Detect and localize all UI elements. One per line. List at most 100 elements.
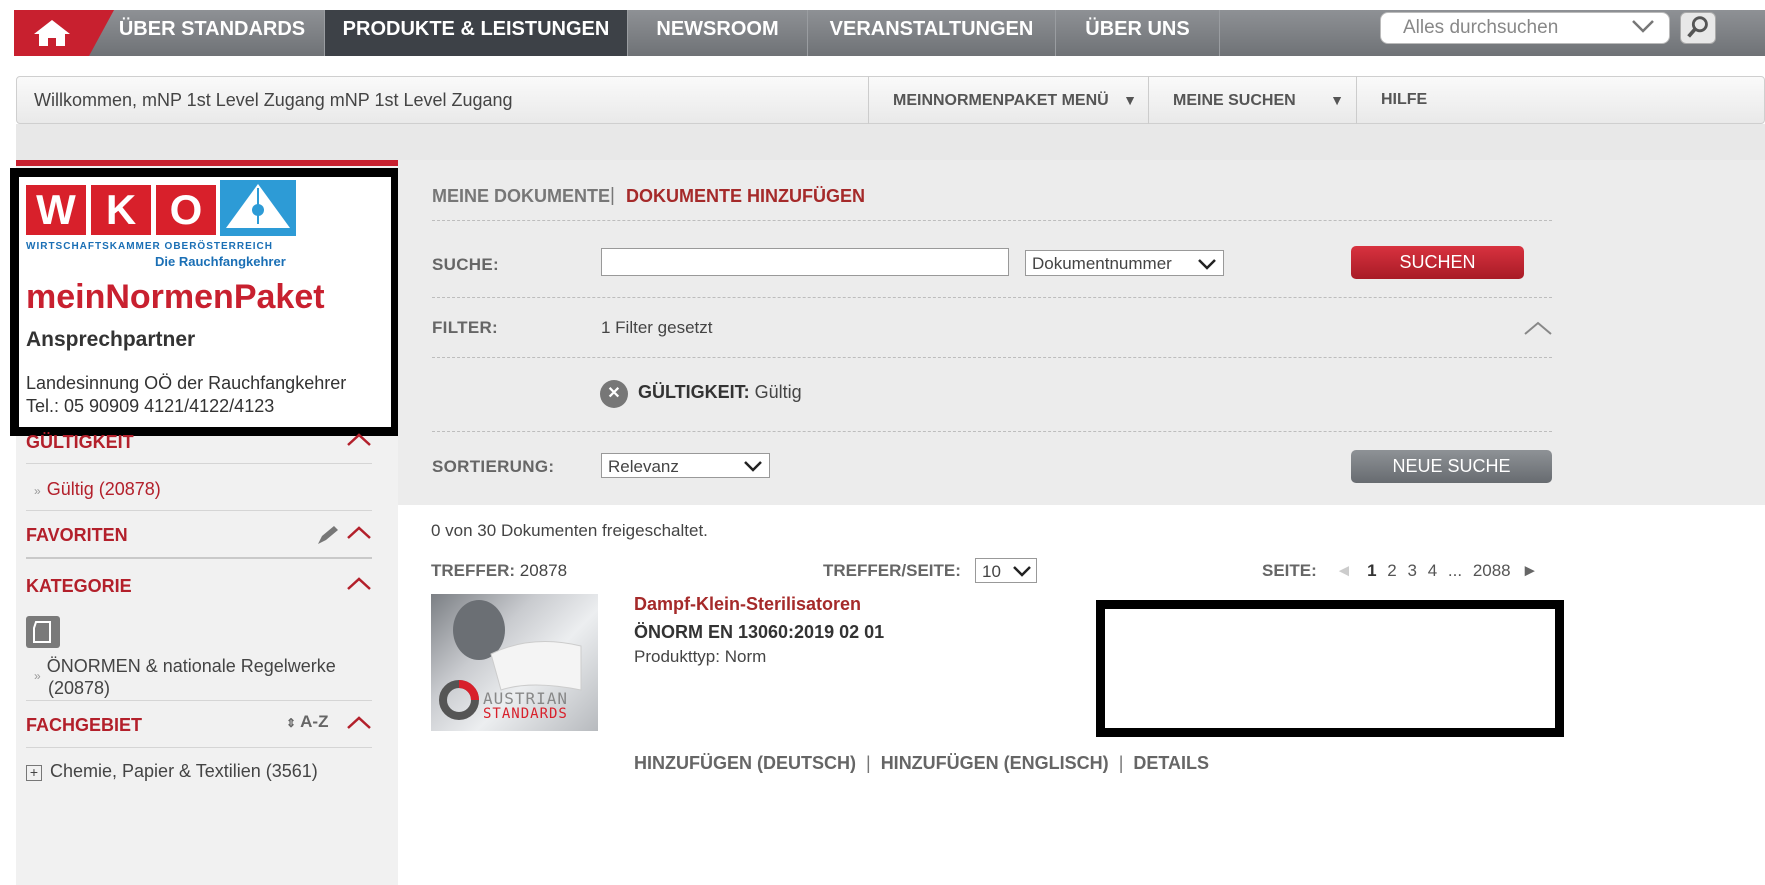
filter-label: FILTER: (432, 318, 498, 337)
add-english-link[interactable]: HINZUFÜGEN (ENGLISCH) (881, 753, 1109, 773)
filter-gueltig-link[interactable]: » Gültig (20878) (34, 479, 161, 500)
sort-icon: ⇕ (286, 716, 297, 730)
contact-phone: Tel.: 05 90909 4121/4122/4123 (26, 396, 275, 416)
divider (26, 747, 372, 748)
wko-logo-letter: O (156, 185, 216, 235)
close-circle-icon[interactable]: ✕ (600, 380, 628, 408)
per-page-select[interactable]: 10 (975, 558, 1037, 583)
page-ellipsis: ... (1447, 561, 1463, 580)
kategorie-item-label: ÖNORMEN & nationale Regelwerke (46, 656, 336, 676)
kategorie-item[interactable]: » ÖNORMEN & nationale Regelwerke (34, 656, 336, 683)
arrow-left-icon[interactable]: ◄ (1336, 561, 1353, 580)
caret-up-icon[interactable] (1523, 320, 1553, 336)
wko-logo-letter: W (26, 185, 86, 235)
search-placeholder: Alles durchsuchen (1403, 17, 1559, 38)
nav-ueber-uns[interactable]: ÜBER UNS (1056, 10, 1220, 56)
sort-label: A-Z (300, 712, 329, 731)
per-page-label: TREFFER/SEITE: (823, 561, 961, 580)
divider (26, 557, 372, 559)
tab-dokumente-hinzufuegen[interactable]: DOKUMENTE HINZUFÜGEN (626, 186, 865, 207)
document-actions: HINZUFÜGEN (DEUTSCH) | HINZUFÜGEN (ENGLISC… (634, 753, 1209, 774)
sidebar-accent (16, 160, 398, 166)
tab-meine-dokumente[interactable]: MEINE DOKUMENTE (432, 186, 610, 207)
select-value: Relevanz (608, 457, 679, 476)
caret-up-icon[interactable] (346, 716, 372, 730)
document-thumbnail[interactable]: AUSTRIAN STANDARDS (431, 594, 598, 731)
search-type-select[interactable]: Dokumentnummer (1025, 250, 1224, 276)
freigeschaltet-text: 0 von 30 Dokumenten freigeschaltet. (431, 521, 708, 540)
pagination: SEITE: ◄ 1 2 3 4 ... 2088 ► (1262, 561, 1538, 581)
caret-up-icon[interactable] (346, 577, 372, 591)
search-icon (1687, 16, 1708, 38)
treffer-label: TREFFER: (431, 561, 516, 580)
fachgebiet-item[interactable]: + Chemie, Papier & Textilien (3561) (26, 761, 318, 782)
details-link[interactable]: DETAILS (1133, 753, 1209, 773)
search-input[interactable] (601, 248, 1009, 276)
suche-label: SUCHE: (432, 255, 499, 274)
chevron-down-icon (744, 461, 762, 472)
select-value: Dokumentnummer (1032, 254, 1172, 273)
document-icon[interactable] (26, 616, 60, 648)
caret-up-icon[interactable] (346, 526, 372, 540)
treffer-value: 20878 (519, 561, 568, 580)
caret-up-icon[interactable] (346, 433, 372, 447)
meine-suchen-menu[interactable]: MEINE SUCHEN ▼ (1148, 76, 1356, 124)
tab-separator: | (610, 185, 615, 206)
bullet-icon: » (34, 669, 41, 683)
filter-tag-value: Gültig (754, 382, 802, 402)
document-number: ÖNORM EN 13060:2019 02 01 (634, 622, 885, 642)
bullet-icon: » (34, 484, 41, 498)
spacer-bar (16, 124, 1765, 160)
plus-box-icon[interactable]: + (26, 765, 42, 781)
filter-tag-label: GÜLTIGKEIT: (638, 382, 750, 402)
divider (26, 510, 372, 511)
contact-title: Ansprechpartner (26, 328, 196, 351)
divider (432, 297, 1552, 298)
add-german-link[interactable]: HINZUFÜGEN (DEUTSCH) (634, 753, 856, 773)
welcome-text: Willkommen, mNP 1st Level Zugang mNP 1st… (34, 90, 513, 110)
site-search-button[interactable] (1680, 12, 1716, 44)
document-title-link[interactable]: Dampf-Klein-Sterilisatoren (634, 594, 861, 615)
nav-produkte-leistungen[interactable]: PRODUKTE & LEISTUNGEN (325, 10, 628, 56)
separator: | (1118, 753, 1124, 773)
sort-az-toggle[interactable]: ⇕ A-Z (286, 712, 328, 732)
divider (432, 357, 1552, 358)
brand-title: meinNormenPaket (26, 278, 325, 316)
page-link[interactable]: 2088 (1473, 561, 1511, 580)
menu-label: MEINE SUCHEN (1173, 92, 1296, 109)
site-search-input[interactable]: Alles durchsuchen (1380, 12, 1670, 44)
suchen-button[interactable]: SUCHEN (1351, 246, 1524, 279)
meinnormenpaket-menu[interactable]: MEINNORMENPAKET MENÜ ▼ (868, 76, 1148, 124)
kategorie-heading: KATEGORIE (26, 576, 132, 596)
document-type: Produkttyp: Norm (634, 647, 767, 666)
contact-line: Landesinnung OÖ der Rauchfangkehrer (26, 373, 347, 393)
caret-down-icon: ▼ (1123, 92, 1138, 108)
hilfe-menu[interactable]: HILFE (1356, 76, 1564, 124)
fachgebiet-item-label: Chemie, Papier & Textilien (3561) (50, 761, 318, 781)
chevron-down-icon[interactable] (1631, 19, 1655, 33)
arrow-right-icon[interactable]: ► (1521, 561, 1538, 580)
neue-suche-button[interactable]: NEUE SUCHE (1351, 450, 1552, 483)
page-link[interactable]: 4 (1428, 561, 1437, 580)
home-icon (34, 20, 70, 46)
wko-logo-letter: K (91, 185, 151, 235)
pencil-icon[interactable] (314, 526, 340, 546)
nav-ueber-standards[interactable]: ÜBER STANDARDS (100, 10, 325, 56)
fachgebiet-heading: FACHGEBIET (26, 715, 143, 735)
wko-subtitle-2: Die Rauchfangkehrer (155, 254, 286, 269)
filter-count: 1 Filter gesetzt (601, 318, 713, 337)
chimney-sweep-logo-icon (220, 180, 296, 236)
page-link-current[interactable]: 1 (1367, 561, 1376, 580)
nav-newsroom[interactable]: NEWSROOM (628, 10, 808, 56)
chevron-down-icon (1198, 259, 1216, 270)
menu-label: MEINNORMENPAKET MENÜ (893, 92, 1109, 109)
divider (432, 220, 1552, 221)
favoriten-heading: FAVORITEN (26, 525, 128, 545)
page-link[interactable]: 3 (1408, 561, 1417, 580)
sort-select[interactable]: Relevanz (601, 453, 770, 478)
wko-subtitle: WIRTSCHAFTSKAMMER OBERÖSTERREICH (26, 241, 273, 252)
page-link[interactable]: 2 (1387, 561, 1396, 580)
separator: | (866, 753, 871, 773)
nav-veranstaltungen[interactable]: VERANSTALTUNGEN (808, 10, 1056, 56)
select-value: 10 (982, 562, 1001, 581)
